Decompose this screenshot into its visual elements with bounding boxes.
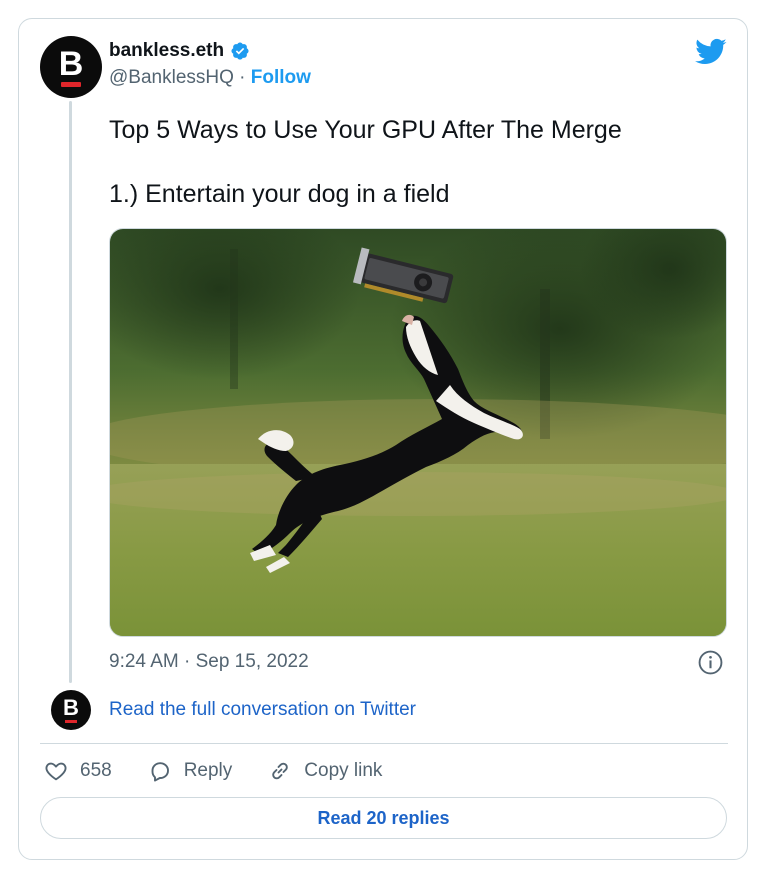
avatar-accent-bar [61,82,81,87]
copy-link-button[interactable]: Copy link [268,759,382,783]
author-name[interactable]: bankless.eth [109,40,224,62]
tweet-line-1: Top 5 Ways to Use Your GPU After The Mer… [109,116,622,144]
read-full-conversation-link[interactable]: Read the full conversation on Twitter [109,699,416,721]
twitter-bird-icon[interactable] [695,38,727,66]
verified-badge-icon [231,42,249,60]
author-handle[interactable]: @BanklessHQ [109,67,234,88]
conversation-avatar[interactable]: B [51,690,91,730]
author-name-row: bankless.eth [109,40,250,62]
speech-bubble-icon [151,762,169,782]
like-button[interactable]: 658 [44,759,112,783]
thread-line [69,101,72,683]
tweet-timestamp[interactable]: 9:24 AM · Sep 15, 2022 [109,651,309,673]
heart-icon [45,762,67,781]
action-bar: 658 Reply Copy link [44,756,418,786]
avatar-letter: B [63,695,79,720]
author-avatar[interactable]: B [40,36,102,98]
chain-link-icon [272,762,289,780]
reply-button[interactable]: Reply [148,759,233,783]
info-icon[interactable] [698,650,723,675]
separator-dot: · [239,67,246,88]
reply-label: Reply [183,760,233,781]
read-replies-button[interactable]: Read 20 replies [40,797,727,839]
avatar-letter: B [58,45,84,83]
like-count: 658 [80,760,112,781]
divider [40,743,728,744]
avatar-accent-bar [65,720,77,723]
tweet-line-2: 1.) Entertain your dog in a field [109,180,450,208]
tweet-text: Top 5 Ways to Use Your GPU After The Mer… [109,114,622,210]
tweet-photo[interactable] [109,228,727,637]
copy-link-label: Copy link [304,760,383,781]
author-handle-row: @BanklessHQ · Follow [109,67,311,89]
follow-link[interactable]: Follow [251,67,311,88]
